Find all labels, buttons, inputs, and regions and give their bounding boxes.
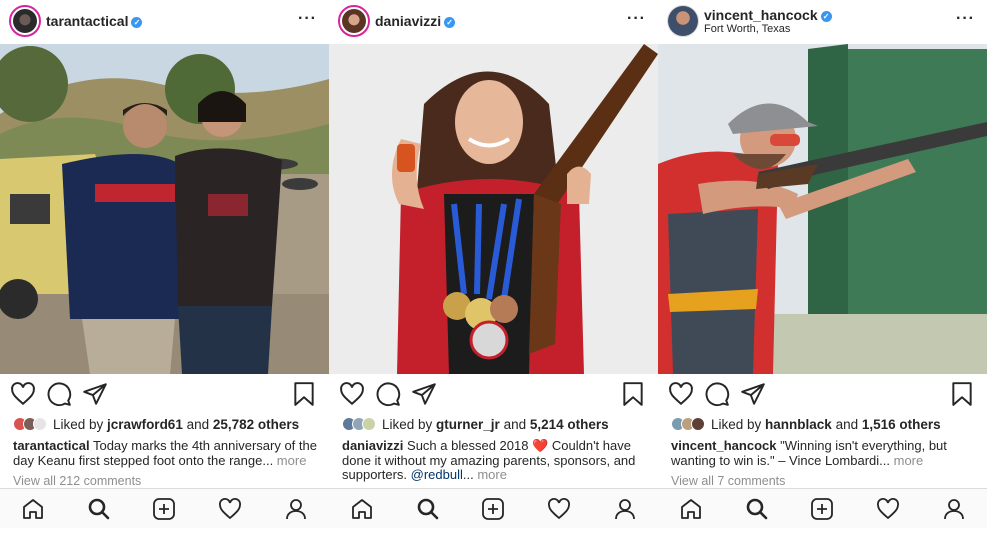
caption: vincent_hancock "Winning isn't everythin… [671, 438, 979, 468]
like-heart-icon[interactable] [10, 381, 36, 407]
activity-heart-icon[interactable] [876, 497, 900, 521]
username-text[interactable]: daniavizzi [375, 13, 441, 29]
caption: tarantactical Today marks the 4th annive… [13, 438, 321, 468]
liked-by-prefix: Liked by [711, 417, 766, 432]
caption-username[interactable]: vincent_hancock [671, 438, 777, 453]
caption-mention-link[interactable]: @redbull [411, 467, 463, 482]
avatar[interactable] [667, 5, 699, 37]
liked-by-count[interactable]: 25,782 others [213, 417, 299, 432]
avatar[interactable] [9, 5, 41, 37]
bottom-tab-bar [329, 488, 658, 528]
view-all-comments-link[interactable]: View all 7 comments [671, 474, 785, 488]
share-direct-icon[interactable] [411, 381, 437, 407]
more-options-icon[interactable]: ··· [298, 10, 317, 28]
photo-woman-with-medals-and-shotgun-icon [329, 44, 658, 374]
post-card-daniavizzi: daniavizzi ✓ ··· Liked by gturner_jr and… [329, 0, 658, 551]
search-icon[interactable] [745, 497, 769, 521]
location-label[interactable]: Fort Worth, Texas [704, 23, 790, 35]
profile-icon[interactable] [942, 497, 966, 521]
liked-by-user[interactable]: gturner_jr [436, 417, 500, 432]
bottom-tab-bar [0, 488, 329, 528]
caption-ellipsis: ... [462, 467, 474, 482]
post-image[interactable] [658, 44, 987, 374]
liked-by-and: and [831, 417, 862, 432]
liked-by-user[interactable]: hannblack [765, 417, 832, 432]
username[interactable]: tarantactical ✓ [46, 13, 143, 29]
post-actions [658, 381, 987, 409]
liked-by-and: and [499, 417, 530, 432]
share-direct-icon[interactable] [740, 381, 766, 407]
liker-avatars [13, 417, 53, 431]
more-options-icon[interactable]: ··· [956, 10, 975, 28]
home-icon[interactable] [350, 497, 374, 521]
liker-avatars [342, 417, 382, 431]
caption-username[interactable]: tarantactical [13, 438, 90, 453]
new-post-icon[interactable] [152, 497, 176, 521]
likes-summary[interactable]: Liked by jcrawford61 and 25,782 others [13, 417, 299, 433]
liked-by-count[interactable]: 1,516 others [862, 417, 941, 432]
share-direct-icon[interactable] [82, 381, 108, 407]
like-heart-icon[interactable] [339, 381, 365, 407]
post-card-vincent-hancock: vincent_hancock✓ Fort Worth, Texas ··· [658, 0, 987, 551]
caption-more-link[interactable]: more [273, 453, 307, 468]
home-icon[interactable] [21, 497, 45, 521]
liked-by-and: and [182, 417, 213, 432]
profile-icon[interactable] [284, 497, 308, 521]
post-image[interactable] [0, 44, 329, 374]
activity-heart-icon[interactable] [218, 497, 242, 521]
post-header: tarantactical ✓ ··· [0, 0, 329, 44]
view-all-comments-link[interactable]: View all 212 comments [13, 474, 141, 488]
caption-username[interactable]: daniavizzi [342, 438, 403, 453]
username-text[interactable]: vincent_hancock [704, 7, 818, 23]
caption-more-link[interactable]: more [890, 453, 924, 468]
save-bookmark-icon[interactable] [949, 381, 975, 407]
comment-icon[interactable] [375, 381, 401, 407]
search-icon[interactable] [416, 497, 440, 521]
username[interactable]: vincent_hancock ✓ [704, 7, 832, 23]
photo-man-aiming-shotgun-icon [658, 44, 987, 374]
comment-icon[interactable] [704, 381, 730, 407]
caption-text: Such a blessed 2018 [403, 438, 533, 453]
likes-summary[interactable]: Liked by hannblack and 1,516 others [671, 417, 941, 433]
liked-by-prefix: Liked by [53, 417, 108, 432]
post-actions [329, 381, 658, 409]
comment-icon[interactable] [46, 381, 72, 407]
bottom-margin [0, 528, 987, 551]
avatar[interactable] [338, 5, 370, 37]
likes-summary[interactable]: Liked by gturner_jr and 5,214 others [342, 417, 609, 433]
bottom-tab-bar [658, 488, 987, 528]
post-image[interactable] [329, 44, 658, 374]
verified-badge-icon: ✓ [131, 17, 143, 28]
liked-by-user[interactable]: jcrawford61 [107, 417, 183, 432]
photo-two-men-at-shooting-range-icon [0, 44, 329, 374]
post-card-tarantactical: tarantactical ✓ ··· Liked by jcrawford61… [0, 0, 329, 551]
username[interactable]: daniavizzi ✓ [375, 13, 456, 29]
search-icon[interactable] [87, 497, 111, 521]
more-options-icon[interactable]: ··· [627, 10, 646, 28]
post-header: daniavizzi ✓ ··· [329, 0, 658, 44]
liked-by-count[interactable]: 5,214 others [530, 417, 609, 432]
save-bookmark-icon[interactable] [291, 381, 317, 407]
post-actions [0, 381, 329, 409]
caption: daniavizzi Such a blessed 2018 ❤️ Couldn… [342, 438, 650, 483]
heart-emoji-icon: ❤️ [532, 438, 549, 453]
profile-icon[interactable] [613, 497, 637, 521]
verified-badge-icon: ✓ [820, 11, 832, 22]
save-bookmark-icon[interactable] [620, 381, 646, 407]
liker-avatars [671, 417, 711, 431]
verified-badge-icon: ✓ [444, 17, 456, 28]
like-heart-icon[interactable] [668, 381, 694, 407]
new-post-icon[interactable] [481, 497, 505, 521]
liked-by-prefix: Liked by [382, 417, 437, 432]
activity-heart-icon[interactable] [547, 497, 571, 521]
home-icon[interactable] [679, 497, 703, 521]
caption-more-link[interactable]: more [474, 467, 507, 482]
new-post-icon[interactable] [810, 497, 834, 521]
username-text[interactable]: tarantactical [46, 13, 128, 29]
post-header: vincent_hancock ✓ Fort Worth, Texas ··· [658, 0, 987, 44]
